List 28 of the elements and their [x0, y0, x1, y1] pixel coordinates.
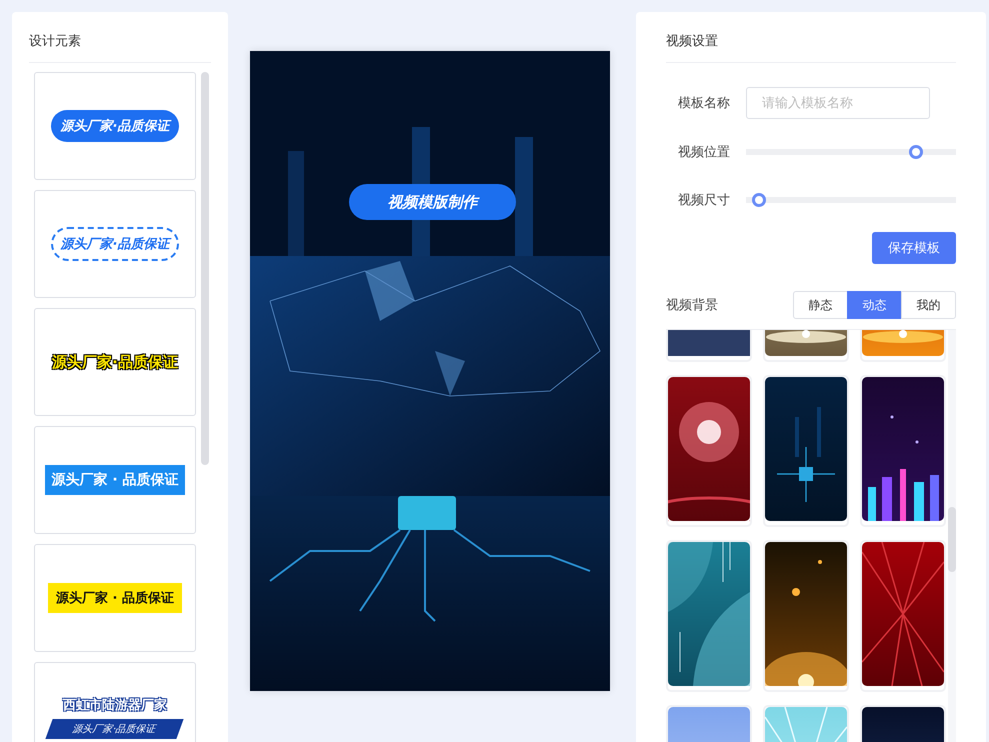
field-label: 模板名称 [678, 95, 731, 112]
title-banner: 视频模版制作 [349, 184, 516, 220]
sticker-text: 源头厂家 · 品质保证 [45, 465, 185, 495]
sticker-title: 西虹市陆游器厂家 [63, 696, 167, 714]
tab[interactable]: 我的 [901, 291, 956, 319]
sticker-text: 源头厂家·品质保证 [50, 110, 180, 142]
slider-label: 视频尺寸 [678, 192, 731, 208]
element-card[interactable]: 源头厂家 · 品质保证 [34, 426, 196, 534]
tab[interactable]: 静态 [793, 291, 848, 319]
panel-title: 视频设置 [666, 32, 956, 63]
scrollbar[interactable] [201, 72, 209, 465]
save-button[interactable]: 保存模板 [872, 232, 956, 264]
slider-label: 视频位置 [678, 144, 731, 160]
sticker-banner: 源头厂家·品质保证 [46, 719, 184, 739]
sticker-text: 源头厂家·品质保证 [52, 352, 178, 372]
panel-title: 设计元素 [29, 32, 211, 63]
tab[interactable]: 动态 [847, 291, 902, 319]
scrollbar-thumb[interactable] [948, 507, 956, 572]
section-title: 视频背景 [666, 297, 718, 314]
element-card[interactable]: 源头厂家 · 品质保证 [34, 544, 196, 652]
sticker-text: 源头厂家 · 品质保证 [48, 583, 182, 613]
template-name-field[interactable]: 请输入模板名称 [746, 87, 930, 119]
slider-thumb[interactable] [752, 192, 766, 206]
element-card[interactable]: 源头厂家·品质保证 [34, 190, 196, 298]
element-card[interactable]: 西虹市陆游器厂家 源头厂家·品质保证 [34, 662, 196, 742]
slider-thumb[interactable] [908, 144, 923, 158]
element-card[interactable]: 源头厂家·品质保证 [34, 72, 196, 180]
sticker-text: 源头厂家·品质保证 [50, 227, 180, 261]
